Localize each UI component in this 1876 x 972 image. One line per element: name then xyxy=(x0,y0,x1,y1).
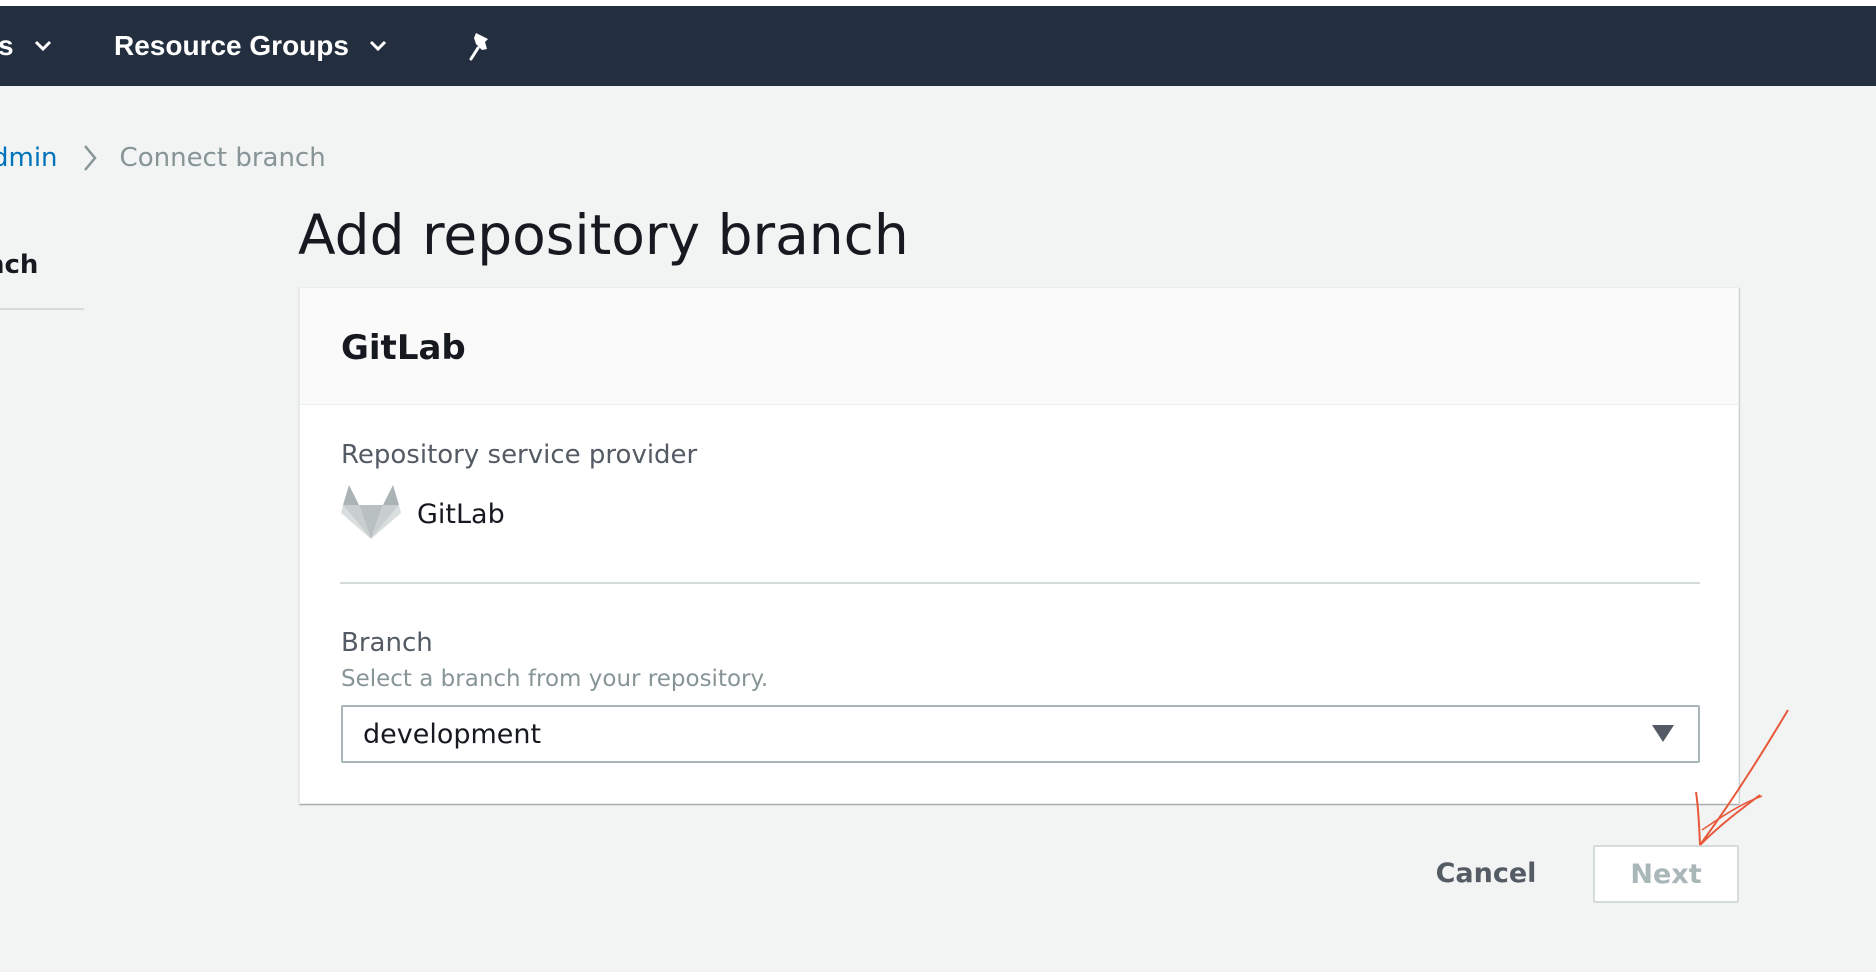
panel-title: GitLab xyxy=(341,328,466,368)
provider-value: GitLab xyxy=(341,485,505,543)
repository-panel: GitLab Repository service provider GitLa… xyxy=(299,287,1739,804)
chevron-down-icon xyxy=(34,40,52,52)
chevron-down-icon xyxy=(369,40,387,52)
gitlab-logo-icon xyxy=(341,483,401,545)
branch-description: Select a branch from your repository. xyxy=(341,666,769,692)
breadcrumb: dmin Connect branch xyxy=(0,138,326,178)
side-navigation: nch xyxy=(0,244,84,310)
section-divider xyxy=(340,582,1700,584)
breadcrumb-parent-link[interactable]: dmin xyxy=(0,143,58,173)
branch-label: Branch xyxy=(341,628,433,658)
resource-groups-menu[interactable]: Resource Groups xyxy=(114,6,387,86)
next-button[interactable]: Next xyxy=(1593,845,1739,903)
provider-name: GitLab xyxy=(417,498,505,530)
branch-select[interactable]: development xyxy=(341,705,1700,763)
pin-icon[interactable] xyxy=(464,30,496,62)
cancel-button[interactable]: Cancel xyxy=(1426,850,1546,896)
caret-down-icon xyxy=(1652,725,1674,743)
provider-label: Repository service provider xyxy=(341,440,698,470)
resource-groups-label: Resource Groups xyxy=(114,30,349,61)
side-nav-active-item[interactable]: nch xyxy=(0,250,38,280)
panel-header: GitLab xyxy=(300,288,1738,405)
top-navigation-bar: s Resource Groups xyxy=(0,6,1876,86)
services-menu[interactable]: s xyxy=(0,6,52,86)
branch-select-value: development xyxy=(363,719,542,750)
breadcrumb-current: Connect branch xyxy=(119,143,326,173)
page-title: Add repository branch xyxy=(298,203,909,267)
chevron-right-icon xyxy=(82,143,98,173)
services-menu-label: s xyxy=(0,30,14,61)
